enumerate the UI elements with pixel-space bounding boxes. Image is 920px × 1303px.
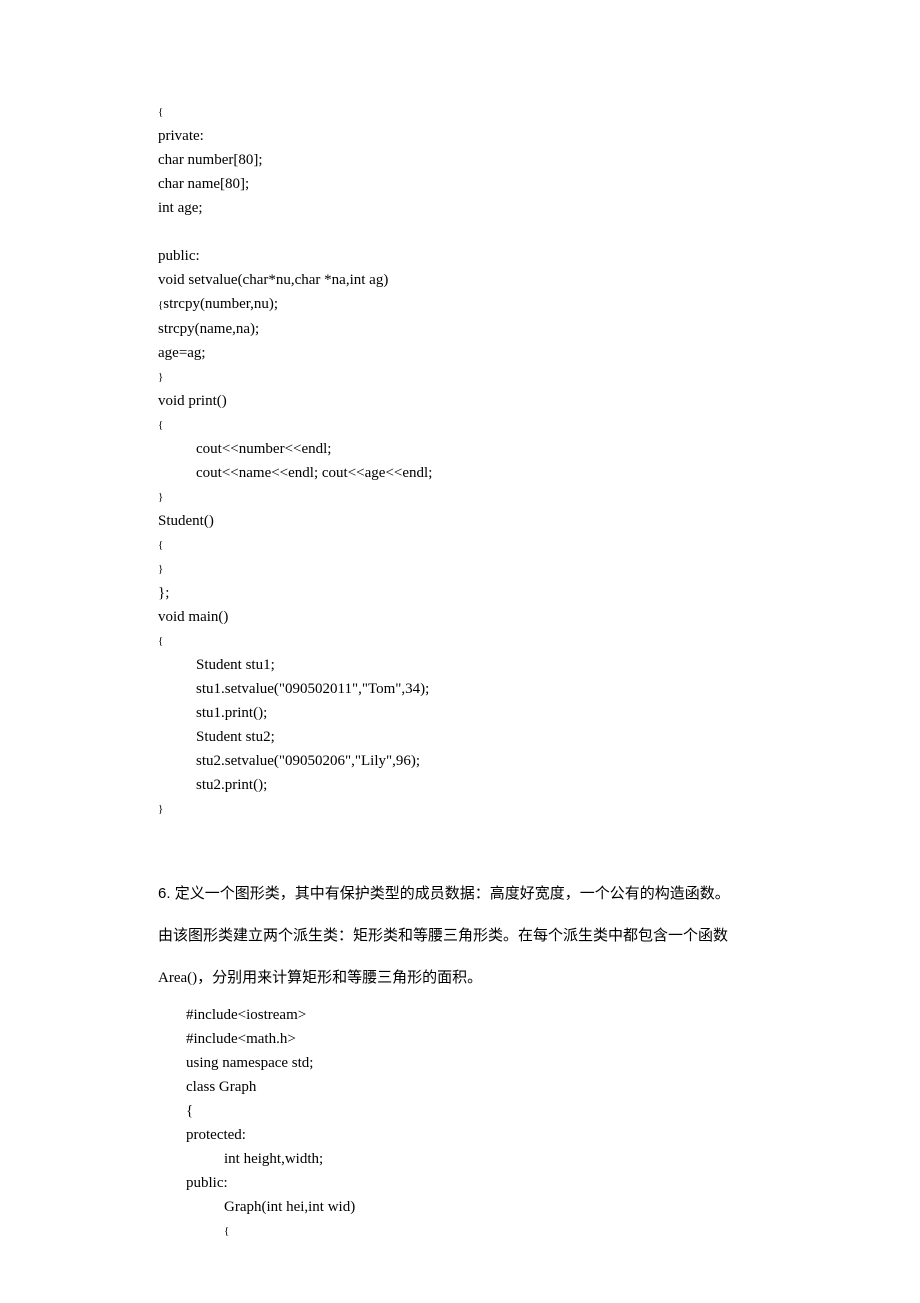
code-block-student: {private:char number[80];char name[80];i… [158, 100, 780, 821]
code-line: { [158, 100, 780, 124]
problem-text-2: 由该图形类建立两个派生类：矩形类和等腰三角形类。在每个派生类中都包含一个函数 [158, 915, 780, 957]
code-line: {strcpy(number,nu); [158, 292, 780, 317]
code-line: Student() [158, 509, 780, 533]
code-line: } [158, 485, 780, 509]
code-line: Graph(int hei,int wid) [186, 1195, 780, 1219]
code-line: { [186, 1099, 780, 1123]
code-line: strcpy(name,na); [158, 317, 780, 341]
problem-number: 6. [158, 885, 171, 902]
code-line: stu2.print(); [158, 773, 780, 797]
code-line: private: [158, 124, 780, 148]
code-line: cout<<name<<endl; cout<<age<<endl; [158, 461, 780, 485]
code-line: char number[80]; [158, 148, 780, 172]
code-line: void main() [158, 605, 780, 629]
code-line: #include<iostream> [186, 1003, 780, 1027]
code-line: } [158, 557, 780, 581]
code-line: int height,width; [186, 1147, 780, 1171]
problem-text-3: Area()，分别用来计算矩形和等腰三角形的面积。 [158, 957, 780, 999]
code-line: #include<math.h> [186, 1027, 780, 1051]
code-line: protected: [186, 1123, 780, 1147]
code-line: Student stu2; [158, 725, 780, 749]
code-line: stu2.setvalue("09050206","Lily",96); [158, 749, 780, 773]
code-line: void print() [158, 389, 780, 413]
code-line [158, 220, 780, 244]
problem-text-1: 定义一个图形类，其中有保护类型的成员数据：高度好宽度，一个公有的构造函数。 [175, 886, 730, 902]
code-line: { [158, 629, 780, 653]
problem-line-1: 6. 定义一个图形类，其中有保护类型的成员数据：高度好宽度，一个公有的构造函数。 [158, 873, 780, 915]
code-line: int age; [158, 196, 780, 220]
code-block-graph: #include<iostream>#include<math.h>using … [158, 1003, 780, 1243]
code-line: { [158, 413, 780, 437]
code-line: cout<<number<<endl; [158, 437, 780, 461]
code-line: public: [186, 1171, 780, 1195]
code-line: }; [158, 581, 780, 605]
code-line: char name[80]; [158, 172, 780, 196]
code-line: using namespace std; [186, 1051, 780, 1075]
code-line: stu1.print(); [158, 701, 780, 725]
code-line: stu1.setvalue("090502011","Tom",34); [158, 677, 780, 701]
document-page: {private:char number[80];char name[80];i… [0, 0, 920, 1303]
code-line: public: [158, 244, 780, 268]
code-line: age=ag; [158, 341, 780, 365]
code-line: class Graph [186, 1075, 780, 1099]
problem-6: 6. 定义一个图形类，其中有保护类型的成员数据：高度好宽度，一个公有的构造函数。… [158, 873, 780, 999]
code-line: void setvalue(char*nu,char *na,int ag) [158, 268, 780, 292]
code-line: } [158, 797, 780, 821]
code-line: Student stu1; [158, 653, 780, 677]
code-line: { [158, 533, 780, 557]
code-line: } [158, 365, 780, 389]
code-line: { [186, 1219, 780, 1243]
